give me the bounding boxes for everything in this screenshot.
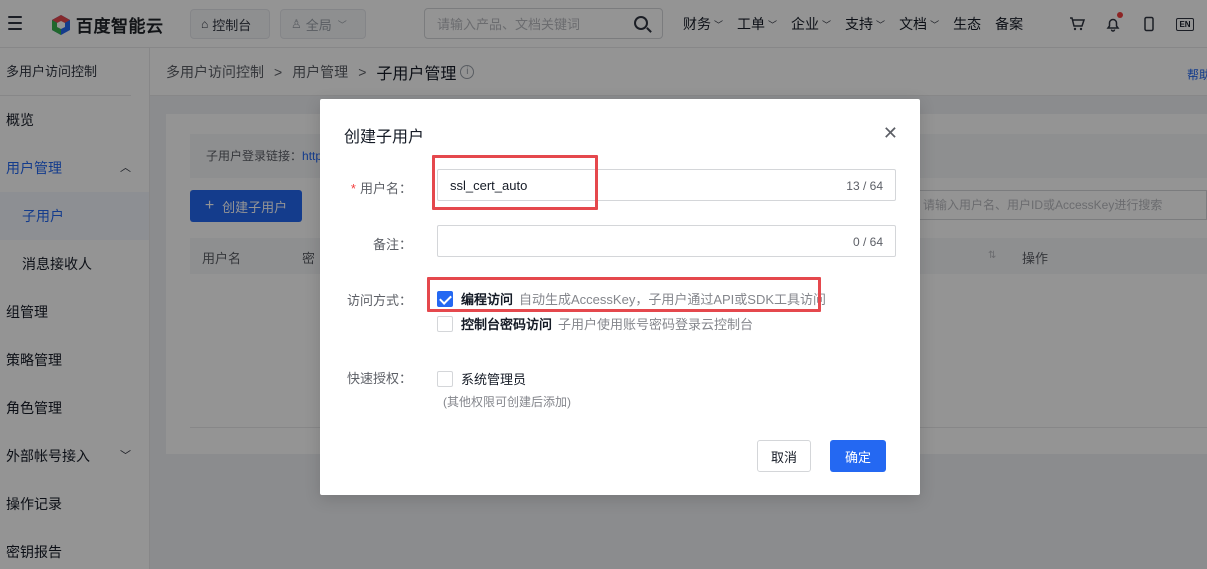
confirm-button[interactable]: 确定 xyxy=(830,440,886,472)
username-label: * 用户名： xyxy=(344,178,412,197)
close-icon[interactable]: ✕ xyxy=(883,124,898,142)
programmatic-access-checkbox[interactable] xyxy=(437,290,453,307)
quick-auth-hint: (其他权限可创建后添加) xyxy=(443,395,571,409)
console-access-checkbox[interactable] xyxy=(437,315,453,332)
console-password-access-option[interactable]: 控制台密码访问 子用户使用账号密码登录云控制台 xyxy=(437,314,753,333)
option-label: 控制台密码访问 xyxy=(461,317,553,332)
programmatic-access-option[interactable]: 编程访问 自动生成AccessKey，子用户通过API或SDK工具访问 xyxy=(437,289,826,308)
option-description: 子用户使用账号密码登录云控制台 xyxy=(558,317,754,332)
remark-label: 备注： xyxy=(372,237,412,252)
username-value: ssl_cert_auto xyxy=(450,178,528,193)
cancel-button[interactable]: 取消 xyxy=(757,440,811,472)
create-sub-user-dialog: 创建子用户 ✕ * 用户名： ssl_cert_auto 13 / 64 备注： … xyxy=(320,99,920,495)
access-mode-label: 访问方式： xyxy=(346,293,412,308)
username-char-count: 13 / 64 xyxy=(846,179,883,193)
remark-input[interactable]: 0 / 64 xyxy=(437,225,896,257)
option-label: 系统管理员 xyxy=(461,372,527,387)
required-mark-icon: * xyxy=(350,181,356,196)
remark-char-count: 0 / 64 xyxy=(852,235,883,249)
quick-auth-label: 快速授权： xyxy=(346,371,412,386)
username-label-text: 用户名： xyxy=(359,181,412,196)
dialog-title: 创建子用户 xyxy=(344,129,425,146)
username-input[interactable]: ssl_cert_auto 13 / 64 xyxy=(437,169,896,201)
option-description: 自动生成AccessKey，子用户通过API或SDK工具访问 xyxy=(519,292,827,307)
option-label: 编程访问 xyxy=(461,292,514,307)
system-admin-option[interactable]: 系统管理员 xyxy=(437,369,526,388)
system-admin-checkbox[interactable] xyxy=(437,370,453,387)
